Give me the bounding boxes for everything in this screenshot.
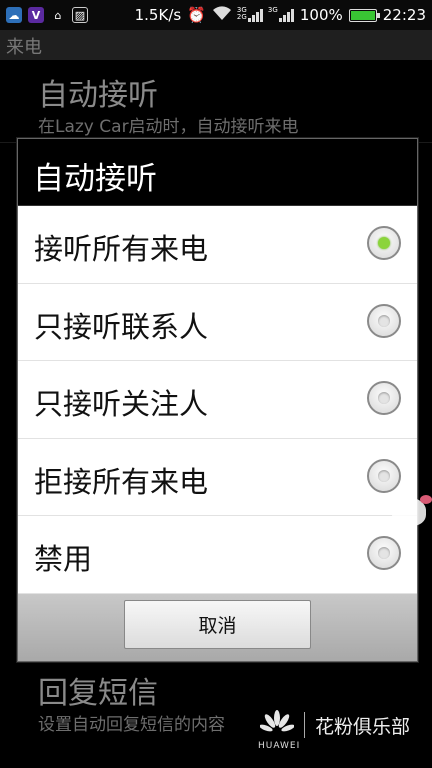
status-left: ☁ V ⌂ ▨ <box>6 7 88 23</box>
option-contacts-only[interactable]: 只接听联系人 <box>18 284 417 361</box>
option-followed-only[interactable]: 只接听关注人 <box>18 361 417 439</box>
option-label: 接听所有来电 <box>34 232 209 266</box>
net-label-3: 3G <box>267 5 278 14</box>
gallery-icon: ▨ <box>72 7 88 23</box>
dialog-footer: 取消 <box>18 594 417 661</box>
clock: 22:23 <box>382 6 426 24</box>
option-label: 拒接所有来电 <box>34 464 209 499</box>
radio-button[interactable] <box>367 303 401 338</box>
option-reject-all[interactable]: 拒接所有来电 <box>18 439 417 516</box>
bow-icon <box>420 495 432 504</box>
dialog-header: 自动接听 <box>18 139 417 206</box>
watermark-text: 花粉俱乐部 <box>315 715 411 738</box>
v-app-icon: V <box>28 7 44 23</box>
title-bar: 来电 <box>0 30 432 60</box>
option-label: 只接听联系人 <box>34 309 209 344</box>
net-label-2: 2G <box>236 12 247 21</box>
auto-answer-dialog: 自动接听 接听所有来电 只接听联系人 只接听关注人 拒接所有来电 禁用 取消 <box>17 138 418 662</box>
page-title: 来电 <box>6 37 42 58</box>
radio-button[interactable] <box>367 381 401 415</box>
option-label: 只接听关注人 <box>34 387 209 421</box>
setting-reply-sms-title[interactable]: 回复短信 <box>38 668 158 712</box>
cloud-icon: ☁ <box>6 7 22 23</box>
battery-fill <box>350 10 375 20</box>
watermark-brand: HUAWEI <box>258 741 301 751</box>
hello-kitty-icon[interactable] <box>392 495 432 526</box>
radio-button[interactable] <box>367 536 401 570</box>
setting-auto-answer-title[interactable]: 自动接听 <box>38 70 158 114</box>
status-bar: ☁ V ⌂ ▨ 1.5K/s ⏰ 3G 2G 3G 100% 22:23 <box>0 0 432 30</box>
watermark: HUAWEI 花粉俱乐部 <box>258 710 411 751</box>
setting-reply-sms-subtitle: 设置自动回复短信的内容 <box>38 715 225 735</box>
option-disable[interactable]: 禁用 <box>18 516 417 594</box>
option-answer-all[interactable]: 接听所有来电 <box>18 206 417 284</box>
option-label: 禁用 <box>34 542 93 576</box>
alarm-icon: ⏰ <box>187 6 206 24</box>
radio-button[interactable] <box>367 458 401 493</box>
huawei-logo-icon: HUAWEI <box>258 710 299 751</box>
android-icon: ⌂ <box>54 8 62 22</box>
battery-icon <box>348 8 380 22</box>
status-right: 1.5K/s ⏰ 3G 2G 3G 100% 22:23 <box>135 5 426 25</box>
network-speed: 1.5K/s <box>134 6 182 24</box>
signal-icon-2: 3G <box>267 5 294 22</box>
wifi-icon <box>212 5 232 25</box>
watermark-separator <box>304 712 305 738</box>
dialog-title: 自动接听 <box>33 161 157 197</box>
cancel-button[interactable]: 取消 <box>124 600 311 649</box>
setting-auto-answer-subtitle: 在Lazy Car启动时，自动接听来电 <box>38 117 299 137</box>
radio-button[interactable] <box>367 226 401 260</box>
signal-icon-1: 3G 2G <box>236 6 263 22</box>
battery-percent: 100% <box>299 6 343 24</box>
